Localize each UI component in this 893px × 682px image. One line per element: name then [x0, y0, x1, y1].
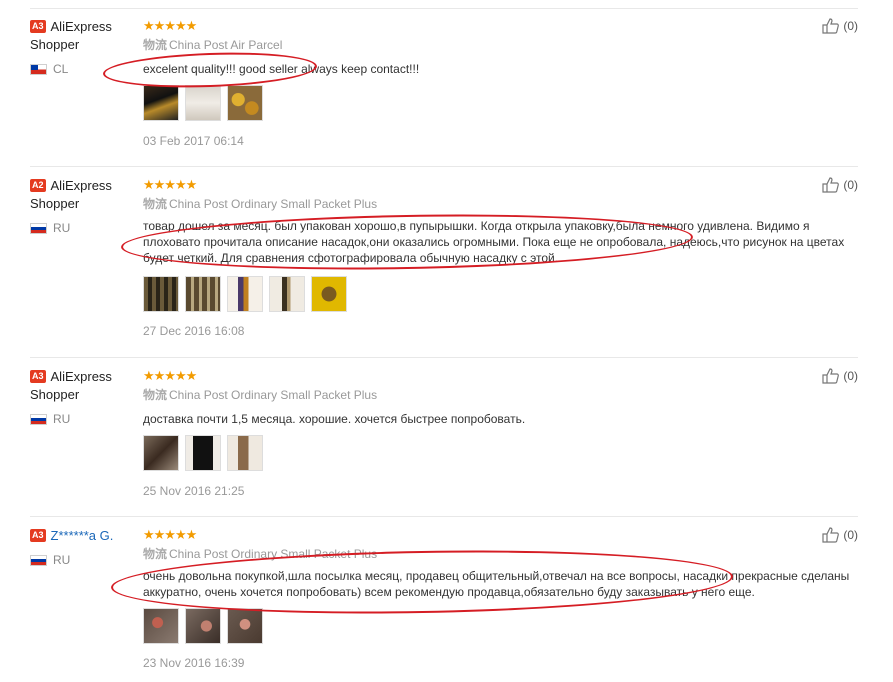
review-content: ★★★★★ 物流 China Post Ordinary Small Packet… [143, 177, 853, 338]
reviewer-info: A2 AliExpress Shopper RU [30, 177, 130, 235]
photo-thumbnail[interactable] [227, 435, 263, 471]
shipping-method: 物流 China Post Ordinary Small Packet Plus [143, 197, 853, 212]
helpful-button[interactable]: (0) [822, 18, 858, 34]
shipping-label: China Post Air Parcel [169, 38, 283, 52]
thumbs-up-icon [822, 527, 840, 543]
shipping-method: 物流 China Post Ordinary Small Packet Plus [143, 388, 853, 403]
helpful-button[interactable]: (0) [822, 527, 858, 543]
review-text: доставка почти 1,5 месяца. хорошие. хоче… [143, 412, 526, 426]
review-content: ★★★★★ 物流 China Post Air Parcel excelent q… [143, 18, 853, 148]
review-content: ★★★★★ 物流 China Post Ordinary Small Packet… [143, 527, 853, 670]
review-date: 23 Nov 2016 16:39 [143, 656, 245, 670]
russia-flag-icon [30, 413, 47, 425]
helpful-button[interactable]: (0) [822, 177, 858, 193]
shipping-label: China Post Ordinary Small Packet Plus [169, 388, 378, 402]
helpful-count: (0) [843, 178, 858, 192]
review-text: excelent quality!!! good seller always k… [143, 62, 420, 76]
photo-thumbnail[interactable] [269, 276, 305, 312]
level-badge: A3 [30, 20, 46, 34]
reviewer-country: RU [30, 553, 130, 567]
helpful-button[interactable]: (0) [822, 368, 858, 384]
country-code: RU [53, 553, 71, 567]
review-date: 25 Nov 2016 21:25 [143, 484, 245, 498]
photo-thumbnail[interactable] [185, 435, 221, 471]
country-code: CL [53, 62, 69, 76]
reviewer-info: A3 AliExpress Shopper RU [30, 368, 130, 426]
review-item: A2 AliExpress Shopper RU ★★★★★ 物流 China Po… [30, 166, 858, 357]
photo-thumbnail[interactable] [143, 435, 179, 471]
star-rating: ★★★★★ [143, 527, 197, 542]
reviewer-country: CL [30, 62, 130, 76]
star-rating: ★★★★★ [143, 177, 197, 192]
star-rating: ★★★★★ [143, 18, 197, 33]
photo-thumbnail[interactable] [227, 85, 263, 121]
review-date: 03 Feb 2017 06:14 [143, 134, 244, 148]
shipping-icon: 物流 [143, 547, 168, 561]
shipping-method: 物流 China Post Ordinary Small Packet Plus [143, 547, 853, 562]
thumbs-up-icon [822, 368, 840, 384]
helpful-count: (0) [843, 19, 858, 33]
shipping-icon: 物流 [143, 197, 168, 211]
photo-thumbnail[interactable] [143, 608, 179, 644]
star-rating: ★★★★★ [143, 368, 197, 383]
shipping-icon: 物流 [143, 38, 168, 52]
shipping-label: China Post Ordinary Small Packet Plus [169, 547, 378, 561]
level-badge: A3 [30, 529, 46, 543]
photo-thumbnail[interactable] [185, 85, 221, 121]
helpful-count: (0) [843, 528, 858, 542]
review-item: A3 AliExpress Shopper CL ★★★★★ 物流 China Po… [30, 8, 858, 166]
review-text: товар дошел за месяц. был упакован хорош… [143, 219, 845, 265]
level-badge: A3 [30, 370, 46, 384]
photo-thumbnails [143, 276, 853, 312]
thumbs-up-icon [822, 177, 840, 193]
photo-thumbnails [143, 608, 853, 644]
photo-thumbnail[interactable] [185, 276, 221, 312]
reviewer-country: RU [30, 412, 130, 426]
shipping-icon: 物流 [143, 388, 168, 402]
reviewer-name[interactable]: Z******a G. [51, 528, 114, 543]
reviewer-info: A3 Z******a G. RU [30, 527, 130, 567]
helpful-count: (0) [843, 369, 858, 383]
russia-flag-icon [30, 554, 47, 566]
photo-thumbnail[interactable] [311, 276, 347, 312]
photo-thumbnail[interactable] [227, 276, 263, 312]
shipping-label: China Post Ordinary Small Packet Plus [169, 197, 378, 211]
chile-flag-icon [30, 63, 47, 75]
thumbs-up-icon [822, 18, 840, 34]
reviewer-info: A3 AliExpress Shopper CL [30, 18, 130, 76]
photo-thumbnail[interactable] [227, 608, 263, 644]
review-item: A3 AliExpress Shopper RU ★★★★★ 物流 China Po… [30, 357, 858, 517]
review-content: ★★★★★ 物流 China Post Ordinary Small Packet… [143, 368, 853, 498]
shipping-method: 物流 China Post Air Parcel [143, 38, 853, 53]
photo-thumbnails [143, 85, 853, 121]
review-date: 27 Dec 2016 16:08 [143, 324, 245, 338]
photo-thumbnail[interactable] [143, 276, 179, 312]
review-item: A3 Z******a G. RU ★★★★★ 物流 China Post Ordi… [30, 516, 858, 682]
reviewer-country: RU [30, 221, 130, 235]
photo-thumbnail[interactable] [185, 608, 221, 644]
country-code: RU [53, 412, 71, 426]
review-text: очень довольна покупкой,шла посылка меся… [143, 569, 850, 599]
level-badge: A2 [30, 179, 46, 193]
photo-thumbnail[interactable] [143, 85, 179, 121]
photo-thumbnails [143, 435, 853, 471]
russia-flag-icon [30, 222, 47, 234]
country-code: RU [53, 221, 71, 235]
